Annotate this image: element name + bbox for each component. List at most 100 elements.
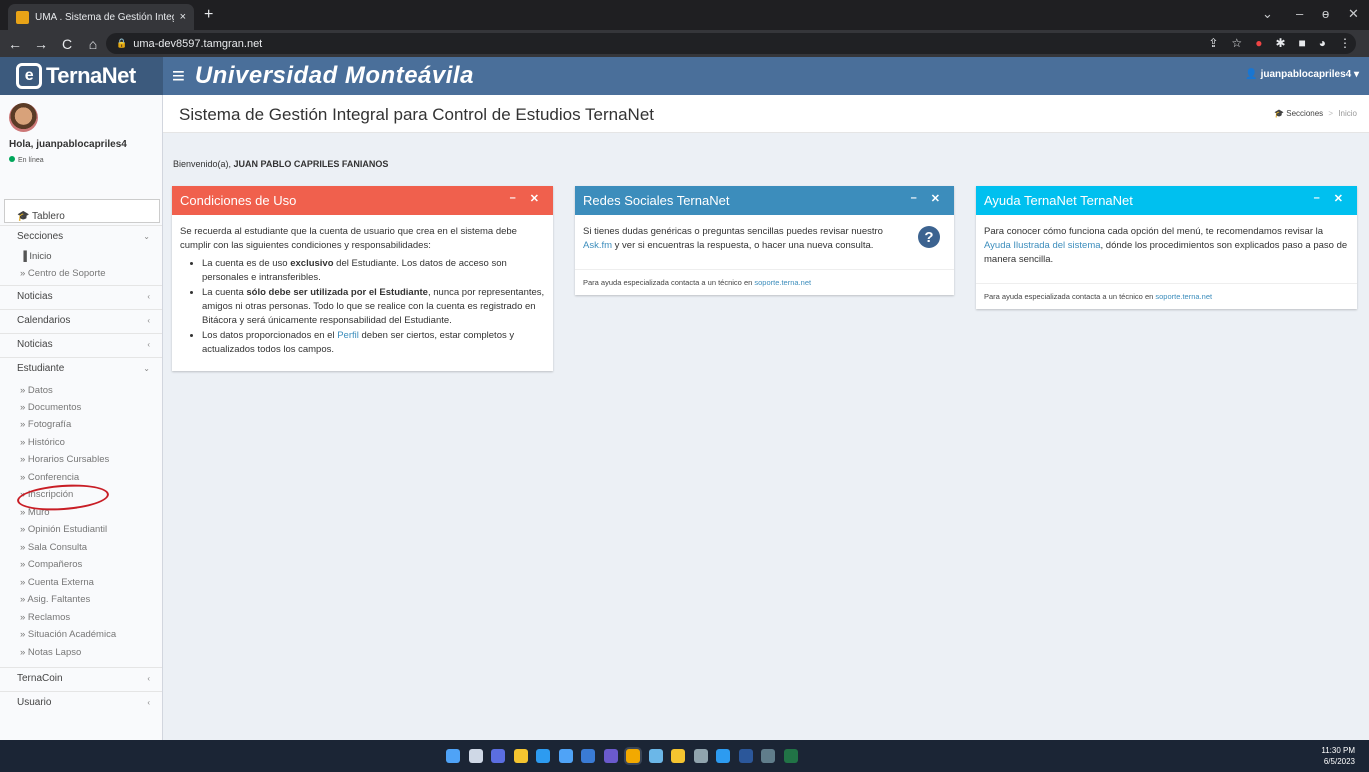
- word-icon[interactable]: [738, 749, 753, 763]
- app-icon[interactable]: [761, 749, 775, 763]
- box-ayuda: Ayuda TernaNet TernaNet – ✕ Para conocer…: [976, 186, 1357, 309]
- askfm-link[interactable]: Ask.fm: [583, 240, 612, 251]
- app-header: ≡ Universidad Monteávila 👤 juanpablocapr…: [163, 57, 1369, 95]
- welcome-message: Bienvenido(a), JUAN PABLO CAPRILES FANIA…: [173, 159, 389, 169]
- clock-date: 6/5/2023: [1323, 757, 1355, 766]
- university-name: Universidad Monteávila: [194, 62, 474, 89]
- back-button[interactable]: ←: [4, 36, 26, 52]
- sidebar-section-ternacoin[interactable]: TernaCoin ‹: [0, 667, 162, 689]
- excel-icon[interactable]: [783, 749, 798, 763]
- box-title: Redes Sociales TernaNet: [583, 193, 730, 208]
- breadcrumb: 🎓 Secciones > Inicio: [1274, 109, 1357, 118]
- sidebar-section-noticias-2[interactable]: Noticias ‹: [0, 333, 162, 355]
- sidebar-item-historico[interactable]: » Histórico: [20, 437, 65, 448]
- store-icon[interactable]: [558, 749, 573, 763]
- extension-icon[interactable]: ●: [1255, 36, 1262, 50]
- conditions-list: La cuenta es de uso exclusivo del Estudi…: [180, 257, 545, 357]
- ayuda-ilustrada-link[interactable]: Ayuda Ilustrada del sistema: [984, 240, 1101, 251]
- close-icon[interactable]: ✕: [931, 192, 940, 205]
- sidebar: Hola, juanpablocapriles4 En línea 🎓 Tabl…: [0, 95, 163, 740]
- puzzle-icon[interactable]: ✱: [1275, 36, 1285, 50]
- sidebar-item-tablero[interactable]: 🎓 Tablero: [0, 205, 162, 227]
- breadcrumb-inicio: Inicio: [1338, 109, 1357, 118]
- maximize-button[interactable]: ɵ: [1322, 6, 1329, 21]
- sidebar-item-situacion-academica[interactable]: » Situación Académica: [20, 629, 116, 640]
- sidebar-item-notas-lapso[interactable]: » Notas Lapso: [20, 647, 81, 658]
- support-link[interactable]: soporte.terna.net: [754, 278, 811, 287]
- sidebar-item-companeros[interactable]: » Compañeros: [20, 559, 82, 570]
- sidebar-item-horarios-cursables[interactable]: » Horarios Cursables: [20, 454, 109, 465]
- chevron-left-icon: ‹: [147, 316, 150, 325]
- explorer-icon[interactable]: [513, 749, 528, 763]
- chrome-icon[interactable]: [626, 749, 640, 763]
- sidebar-section-usuario[interactable]: Usuario ‹: [0, 691, 162, 713]
- sidebar-item-sala-consulta[interactable]: » Sala Consulta: [20, 542, 87, 553]
- list-item: La cuenta es de uso exclusivo del Estudi…: [202, 257, 545, 285]
- close-icon[interactable]: ✕: [530, 192, 539, 205]
- avatar: [9, 103, 38, 132]
- sidebar-section-calendarios[interactable]: Calendarios ‹: [0, 309, 162, 331]
- close-icon[interactable]: ✕: [1334, 192, 1343, 205]
- sidebar-item-fotografia[interactable]: » Fotografía: [20, 419, 71, 430]
- user-full-name: JUAN PABLO CAPRILES FANIANOS: [233, 159, 389, 169]
- taskview-icon[interactable]: [468, 749, 483, 763]
- minimize-icon[interactable]: –: [911, 192, 917, 205]
- app-icon[interactable]: [716, 749, 730, 763]
- question-icon[interactable]: ?: [918, 226, 940, 248]
- user-menu[interactable]: 👤 juanpablocapriles4 ▾: [1245, 69, 1359, 80]
- support-link[interactable]: soporte.terna.net: [1155, 292, 1212, 301]
- sidebar-section-estudiante[interactable]: Estudiante ⌄: [0, 357, 162, 379]
- sidebar-section-noticias[interactable]: Noticias ‹: [0, 285, 162, 307]
- browser-toolbar: ← → C ⌂ 🔒 uma-dev8597.tamgran.net ⇪ ☆ ● …: [0, 30, 1369, 57]
- dashboard-icon: 🎓: [1274, 109, 1285, 118]
- breadcrumb-secciones[interactable]: Secciones: [1286, 109, 1323, 118]
- sidebar-item-datos[interactable]: » Datos: [20, 385, 53, 396]
- box-redes-sociales: Redes Sociales TernaNet – ✕ Si tienes du…: [575, 186, 954, 295]
- sidebar-icon[interactable]: ■: [1299, 36, 1306, 50]
- menu-icon[interactable]: ⋮: [1339, 36, 1351, 50]
- edge-icon[interactable]: [536, 749, 550, 763]
- address-bar[interactable]: 🔒 uma-dev8597.tamgran.net: [106, 33, 1356, 54]
- sidebar-section-secciones[interactable]: Secciones ⌄: [0, 225, 162, 247]
- box-tools: – ✕: [510, 192, 539, 205]
- sidebar-item-asig-faltantes[interactable]: » Asig. Faltantes: [20, 594, 90, 605]
- sidebar-item-reclamos[interactable]: » Reclamos: [20, 612, 70, 623]
- star-icon[interactable]: ☆: [1231, 36, 1242, 50]
- sidebar-item-opinion-estudiantil[interactable]: » Opinión Estudiantil: [20, 524, 107, 535]
- perfil-link[interactable]: Perfil: [337, 330, 359, 341]
- share-icon[interactable]: ⇪: [1208, 36, 1218, 50]
- app-icon[interactable]: [671, 749, 685, 763]
- new-tab-button[interactable]: +: [204, 6, 213, 24]
- hamburger-icon[interactable]: ≡: [172, 63, 185, 89]
- chevron-down-icon: ⌄: [143, 364, 150, 373]
- browser-tab[interactable]: UMA . Sistema de Gestión Integr ×: [8, 4, 194, 30]
- app-icon[interactable]: [693, 749, 708, 763]
- sidebar-item-documentos[interactable]: » Documentos: [20, 402, 81, 413]
- profile-icon[interactable]: ◕: [1319, 36, 1326, 50]
- app-icon[interactable]: [581, 749, 595, 763]
- chat-icon[interactable]: [491, 749, 505, 763]
- close-window-button[interactable]: ✕: [1348, 6, 1359, 22]
- chevron-left-icon: ‹: [147, 340, 150, 349]
- app-icon[interactable]: [603, 749, 618, 763]
- status-online: En línea: [9, 156, 44, 164]
- sidebar-item-conferencia[interactable]: » Conferencia: [20, 472, 79, 483]
- content-header: Sistema de Gestión Integral para Control…: [163, 95, 1369, 133]
- forward-button[interactable]: →: [30, 36, 52, 52]
- chevron-left-icon: ‹: [147, 674, 150, 683]
- tab-close-icon[interactable]: ×: [180, 11, 186, 23]
- windows-icon[interactable]: [446, 749, 460, 763]
- logo[interactable]: e TernaNet: [0, 57, 163, 95]
- clock[interactable]: 11:30 PM 6/5/2023: [1321, 745, 1355, 767]
- tab-search-icon[interactable]: ⌄: [1262, 6, 1273, 22]
- reload-button[interactable]: C: [56, 36, 78, 52]
- box-header: Condiciones de Uso – ✕: [172, 186, 553, 215]
- minimize-button[interactable]: –: [1296, 6, 1303, 21]
- sidebar-item-centro-soporte[interactable]: » Centro de Soporte: [20, 268, 106, 279]
- sidebar-item-inicio[interactable]: ▐ Inicio: [20, 251, 52, 262]
- sidebar-item-cuenta-externa[interactable]: » Cuenta Externa: [20, 577, 94, 588]
- home-button[interactable]: ⌂: [82, 36, 104, 52]
- minimize-icon[interactable]: –: [510, 192, 516, 205]
- minimize-icon[interactable]: –: [1314, 192, 1320, 205]
- app-icon[interactable]: [648, 749, 663, 763]
